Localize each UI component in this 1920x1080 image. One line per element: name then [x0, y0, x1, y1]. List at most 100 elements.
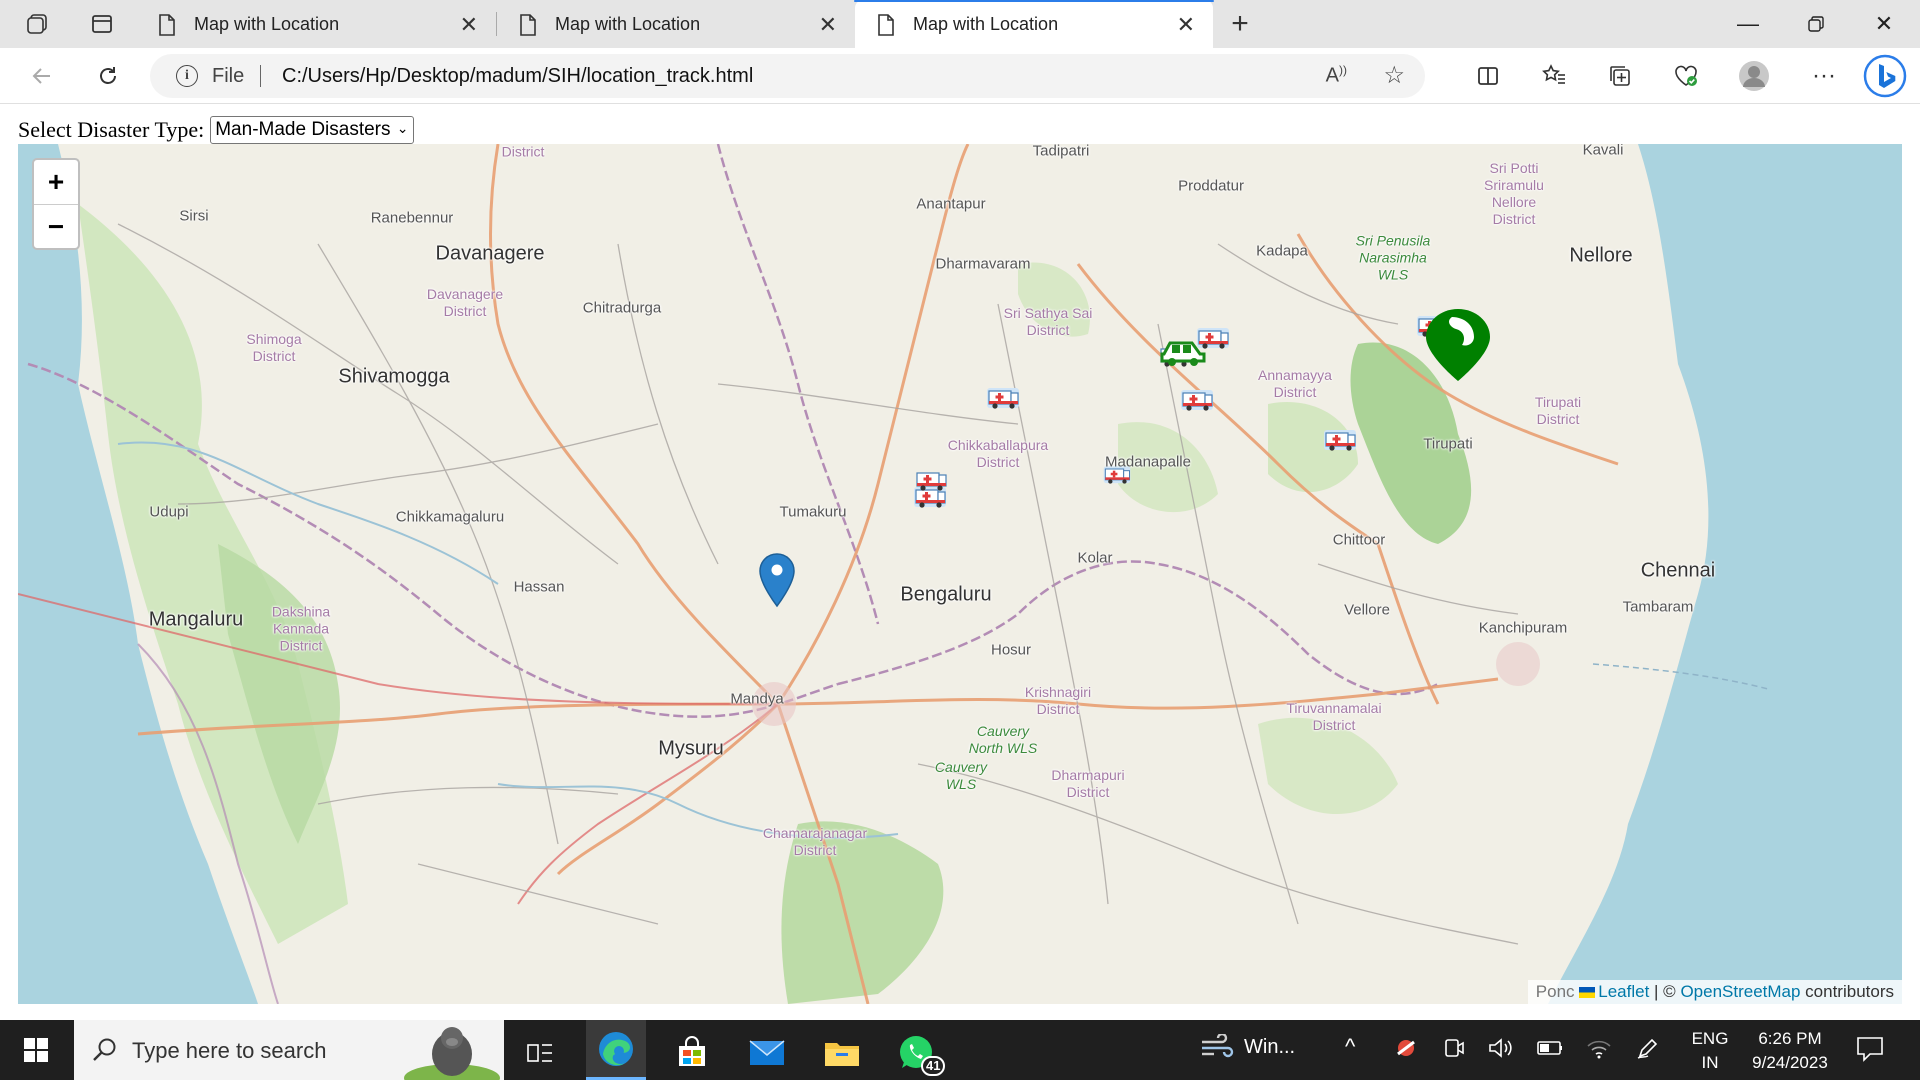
disaster-type-label: Select Disaster Type: [18, 117, 205, 142]
district-label: Sri Potti Sriramulu Nellore District [1484, 160, 1544, 227]
place-label: Bengaluru [900, 583, 992, 606]
windows-taskbar: Type here to search 41 Win... ^ ENG IN 6… [0, 1020, 1920, 1080]
place-label: Kanchipuram [1478, 619, 1568, 637]
zoom-out-button[interactable]: − [34, 204, 78, 248]
openstreetmap-link[interactable]: OpenStreetMap [1680, 982, 1800, 1001]
ambulance-marker[interactable] [985, 382, 1021, 412]
close-icon[interactable]: ✕ [1177, 12, 1195, 38]
battery-icon[interactable] [1536, 1038, 1564, 1063]
mail-icon[interactable] [737, 1026, 797, 1080]
place-label: Chikkamagaluru [395, 508, 505, 526]
tab-map-1[interactable]: Map with Location ✕ [136, 0, 496, 48]
read-aloud-icon[interactable]: A)) [1326, 63, 1347, 88]
bing-copilot-icon[interactable] [1862, 53, 1908, 99]
gorilla-search-highlight-icon [404, 1027, 500, 1080]
taskbar-search-box[interactable]: Type here to search [74, 1020, 504, 1080]
district-label: Sri Sathya Sai District [1003, 305, 1093, 338]
place-label: Davanagere [435, 242, 545, 265]
district-label: Shimoga District [246, 331, 302, 364]
microsoft-store-icon[interactable] [662, 1026, 722, 1080]
whatsapp-badge: 41 [921, 1056, 946, 1076]
park-label: Cauvery North WLS [968, 723, 1038, 756]
volume-icon[interactable] [1488, 1036, 1514, 1065]
edge-taskbar-icon[interactable] [586, 1020, 646, 1080]
place-label: Kolar [1077, 549, 1113, 567]
zoom-in-button[interactable]: + [34, 160, 78, 204]
district-label: Tirupati District [1534, 394, 1582, 427]
add-favorite-icon[interactable]: ☆ [1383, 61, 1405, 90]
whatsapp-icon[interactable]: 41 [887, 1026, 947, 1080]
tab-actions-icon[interactable] [84, 6, 120, 42]
task-view-icon[interactable] [510, 1026, 570, 1080]
destination-pin-icon[interactable] [1422, 307, 1494, 383]
notifications-icon[interactable] [1856, 1036, 1884, 1067]
place-label: Mangaluru [148, 608, 244, 631]
new-tab-icon[interactable]: + [1222, 6, 1258, 42]
tab-map-3-active[interactable]: Map with Location ✕ [854, 0, 1214, 48]
language-top: ENG [1691, 1029, 1729, 1048]
chevron-down-icon: ⌄ [396, 120, 409, 136]
address-divider [260, 65, 261, 87]
tab-map-2[interactable]: Map with Location ✕ [497, 0, 855, 48]
ambulance-marker[interactable] [1179, 384, 1215, 414]
clock[interactable]: 6:26 PM 9/24/2023 [1740, 1027, 1840, 1075]
pen-menu-icon[interactable] [1636, 1036, 1660, 1065]
close-icon[interactable]: ✕ [460, 12, 478, 38]
refresh-icon[interactable] [88, 56, 128, 96]
page-content: Select Disaster Type: Man-Made Disasters… [0, 105, 1920, 1020]
close-icon[interactable]: ✕ [819, 12, 837, 38]
place-label: Hassan [513, 578, 565, 596]
district-label: Chikkaballapura District [947, 437, 1049, 470]
place-label: Ranebennur [370, 209, 454, 227]
ambulance-marker[interactable] [1102, 461, 1132, 487]
show-hidden-icons-icon[interactable]: ^ [1345, 1034, 1355, 1060]
current-location-pin-icon[interactable] [758, 552, 796, 608]
disaster-type-value: Man-Made Disasters [215, 119, 391, 140]
place-label: Anantapur [916, 195, 986, 213]
leaflet-link[interactable]: Leaflet [1598, 982, 1649, 1001]
map[interactable]: Tadipatri Kavali Proddatur Anantapur Sir… [18, 144, 1902, 1004]
url-text[interactable]: C:/Users/Hp/Desktop/madum/SIH/location_t… [282, 65, 753, 88]
close-window-icon[interactable]: ✕ [1850, 0, 1918, 48]
ukraine-flag-icon [1579, 987, 1596, 999]
ambulance-marker[interactable] [1322, 424, 1358, 454]
page-icon [878, 14, 894, 36]
browser-essentials-icon[interactable] [1666, 56, 1706, 96]
place-label: Kadapa [1256, 242, 1308, 260]
district-label: Davanagere District [426, 286, 504, 319]
place-label: Chitradurga [582, 299, 662, 317]
language-indicator[interactable]: ENG IN [1686, 1027, 1734, 1075]
weather-label: Win... [1244, 1035, 1296, 1058]
restore-icon[interactable] [1782, 0, 1850, 48]
ambulance-marker[interactable] [913, 464, 949, 494]
weather-widget[interactable]: Win... [1200, 1034, 1295, 1060]
clock-date: 9/24/2023 [1752, 1053, 1828, 1072]
profile-avatar[interactable] [1734, 56, 1774, 96]
language-bottom: IN [1701, 1053, 1719, 1072]
place-label: Tumakuru [779, 503, 847, 521]
file-explorer-icon[interactable] [812, 1026, 872, 1080]
workspaces-icon[interactable] [20, 6, 56, 42]
split-screen-icon[interactable] [1468, 56, 1508, 96]
place-label: Chennai [1640, 559, 1716, 582]
place-label: Dharmavaram [935, 255, 1031, 273]
back-icon[interactable] [22, 56, 62, 96]
app-tray-icon[interactable] [1394, 1036, 1418, 1065]
map-tiles [18, 144, 1902, 1004]
attribution-suffix: contributors [1800, 982, 1894, 1001]
minimize-icon[interactable]: — [1714, 0, 1782, 48]
car-marker[interactable] [1158, 334, 1208, 368]
disaster-type-select[interactable]: Man-Made Disasters ⌄ [210, 116, 414, 144]
meet-now-icon[interactable] [1443, 1036, 1465, 1065]
tab-title: Map with Location [913, 14, 1059, 34]
place-label: Proddatur [1178, 177, 1244, 195]
place-label: Hosur [990, 641, 1032, 659]
place-label: Sirsi [179, 207, 209, 225]
info-icon[interactable]: i [176, 65, 198, 87]
address-bar[interactable]: i File C:/Users/Hp/Desktop/madum/SIH/loc… [150, 54, 1425, 98]
collections-icon[interactable] [1600, 56, 1640, 96]
windows-start-icon[interactable] [6, 1023, 66, 1077]
wifi-icon[interactable] [1586, 1036, 1612, 1065]
favorites-icon[interactable] [1534, 56, 1574, 96]
more-options-icon[interactable]: ··· [1804, 56, 1844, 96]
